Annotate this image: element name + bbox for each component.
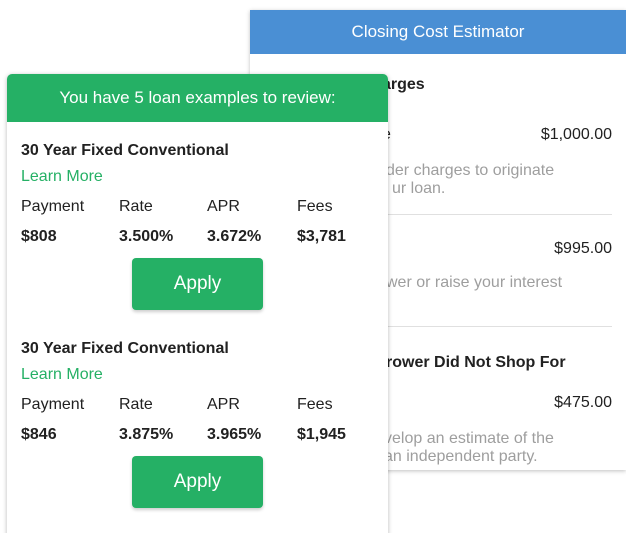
rate-value: 3.500% xyxy=(119,228,174,245)
apr-label: APR xyxy=(207,396,240,413)
rate-label: Rate xyxy=(119,396,153,413)
divider xyxy=(382,326,612,327)
apr-value: 3.965% xyxy=(207,426,262,443)
apr-value: 3.672% xyxy=(207,228,262,245)
payment-label: Payment xyxy=(21,198,85,215)
learn-more-link[interactable]: Learn More xyxy=(21,366,103,384)
fee-description: ur loan. xyxy=(392,180,446,197)
fee-amount: $995.00 xyxy=(554,240,612,257)
section-heading: rower Did Not Shop For xyxy=(386,354,566,371)
apr-label: APR xyxy=(207,198,240,215)
fees-value: $3,781 xyxy=(297,228,346,245)
estimator-header: Closing Cost Estimator xyxy=(250,10,626,54)
section-heading: arges xyxy=(382,76,425,93)
loan-title: 30 Year Fixed Conventional xyxy=(21,142,229,159)
learn-more-link[interactable]: Learn More xyxy=(21,168,103,186)
fee-amount: $1,000.00 xyxy=(540,126,612,143)
loan-examples-card: You have 5 loan examples to review: 30 Y… xyxy=(7,74,388,533)
loan-title: 30 Year Fixed Conventional xyxy=(21,340,229,357)
fee-description: wer or raise your interest xyxy=(386,274,563,291)
payment-label: Payment xyxy=(21,396,85,413)
screen: Closing Cost Estimator arges e $1,000.00… xyxy=(0,0,626,533)
rate-value: 3.875% xyxy=(119,426,174,443)
fee-description: velop an estimate of the xyxy=(384,430,554,447)
fee-description: an independent party. xyxy=(384,448,538,465)
rate-label: Rate xyxy=(119,198,153,215)
fee-description: der charges to originate xyxy=(386,162,555,179)
apply-button[interactable]: Apply xyxy=(132,456,263,508)
loan-examples-header: You have 5 loan examples to review: xyxy=(7,74,388,122)
loan-example: 30 Year Fixed Conventional Learn More Pa… xyxy=(7,320,388,518)
divider xyxy=(382,214,612,215)
fee-amount: $475.00 xyxy=(554,394,612,411)
payment-value: $808 xyxy=(21,228,57,245)
fees-value: $1,945 xyxy=(297,426,346,443)
apply-button[interactable]: Apply xyxy=(132,258,263,310)
payment-value: $846 xyxy=(21,426,57,443)
fees-label: Fees xyxy=(297,198,333,215)
loan-example: 30 Year Fixed Conventional Learn More Pa… xyxy=(7,122,388,320)
fees-label: Fees xyxy=(297,396,333,413)
